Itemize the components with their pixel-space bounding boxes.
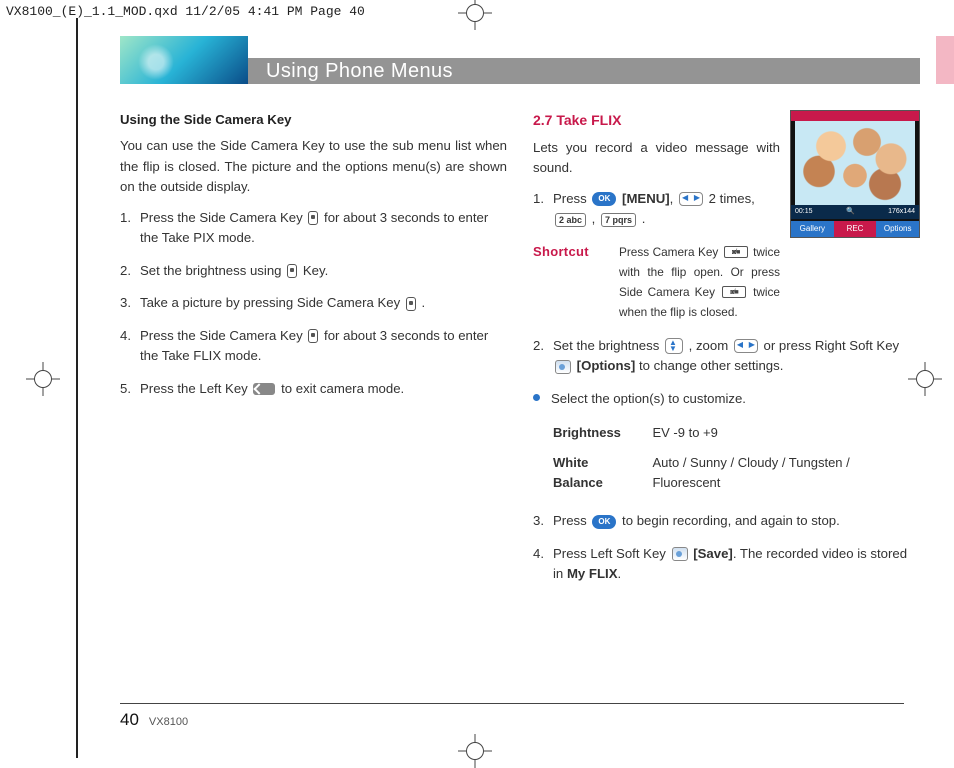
nav-left-right-icon	[679, 192, 703, 206]
page-footer: 40 VX8100	[120, 703, 904, 730]
left-step-4: Press the Side Camera Key for about 3 se…	[120, 326, 507, 367]
camera-key-icon	[722, 286, 746, 298]
nav-left-right-icon	[734, 339, 758, 353]
right-step-2: Set the brightness , zoom or press Right…	[533, 336, 920, 377]
ok-key-icon: OK	[592, 192, 616, 206]
customize-bullet: Select the option(s) to customize.	[533, 389, 920, 409]
left-soft-key-icon	[672, 547, 688, 561]
left-step-1: Press the Side Camera Key for about 3 se…	[120, 208, 507, 249]
opt-whitebalance-value: Auto / Sunny / Cloudy / Tungsten / Fluor…	[652, 451, 918, 499]
right-step-3: Press OK to begin recording, and again t…	[533, 511, 920, 531]
left-heading: Using the Side Camera Key	[120, 110, 507, 130]
chapter-banner: Using Phone Menus	[120, 36, 920, 96]
right-step-1: Press OK [MENU], 2 times, 2 abc , 7 pqrs…	[533, 189, 920, 230]
shortcut-block: Shortcut Press Camera Key twice with the…	[533, 242, 780, 322]
banner-thumbnail	[120, 36, 248, 84]
side-camera-key-icon	[287, 264, 297, 278]
right-soft-key-icon	[555, 360, 571, 374]
ok-key-icon: OK	[592, 515, 616, 529]
left-intro: You can use the Side Camera Key to use t…	[120, 136, 507, 197]
camera-key-icon	[724, 246, 748, 258]
left-key-icon	[253, 383, 275, 395]
left-step-5: Press the Left Key to exit camera mode.	[120, 379, 507, 399]
side-camera-key-icon	[308, 211, 318, 225]
nav-up-down-icon	[665, 338, 683, 354]
right-step-4: Press Left Soft Key [Save]. The recorded…	[533, 544, 920, 585]
crop-mark-left	[34, 370, 52, 388]
banner-accent	[936, 36, 954, 84]
side-camera-key-icon	[308, 329, 318, 343]
opt-brightness-value: EV -9 to +9	[652, 421, 918, 449]
keypad-7-icon: 7 pqrs	[601, 213, 636, 227]
side-camera-key-icon	[406, 297, 416, 311]
left-column: Using the Side Camera Key You can use th…	[120, 110, 507, 597]
keypad-2-icon: 2 abc	[555, 213, 586, 227]
options-table: Brightness EV -9 to +9 White Balance Aut…	[551, 419, 920, 501]
crop-mark-top	[466, 4, 484, 22]
opt-whitebalance-label: White Balance	[553, 451, 650, 499]
left-trim-bar	[76, 18, 78, 758]
page-number: 40	[120, 710, 139, 730]
left-step-3: Take a picture by pressing Side Camera K…	[120, 293, 507, 313]
footer-model: VX8100	[149, 716, 188, 728]
opt-brightness-label: Brightness	[553, 421, 650, 449]
crop-mark-bottom	[466, 742, 484, 760]
shortcut-label: Shortcut	[533, 242, 619, 322]
right-column: 00:15 🔍 176x144 Gallery REC Options 2.7 …	[533, 110, 920, 597]
left-step-2: Set the brightness using Key.	[120, 261, 507, 281]
banner-title: Using Phone Menus	[266, 60, 453, 83]
